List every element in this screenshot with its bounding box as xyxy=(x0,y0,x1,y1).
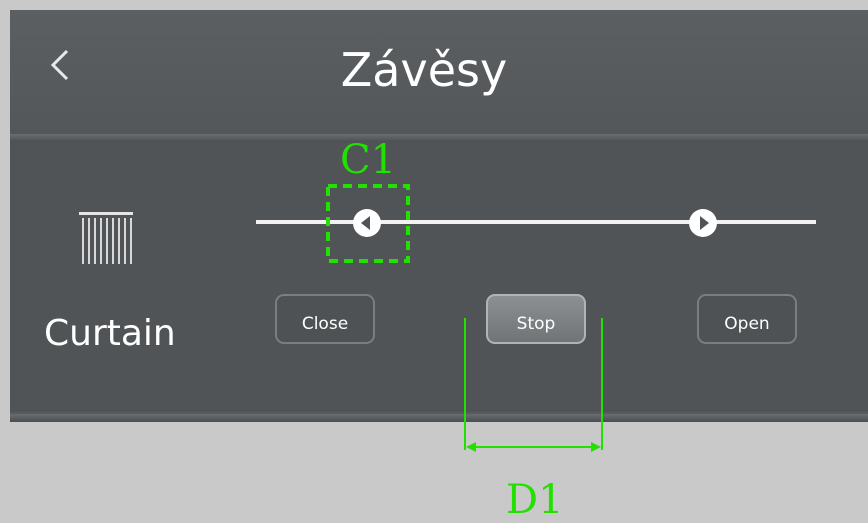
annotation-overlay xyxy=(326,184,603,452)
c1-label: C1 xyxy=(340,137,397,183)
d1-arrow-left xyxy=(466,442,476,452)
d1-arrow-right xyxy=(591,442,601,452)
d1-label: D1 xyxy=(506,477,564,523)
c1-dashed-box xyxy=(326,184,410,263)
